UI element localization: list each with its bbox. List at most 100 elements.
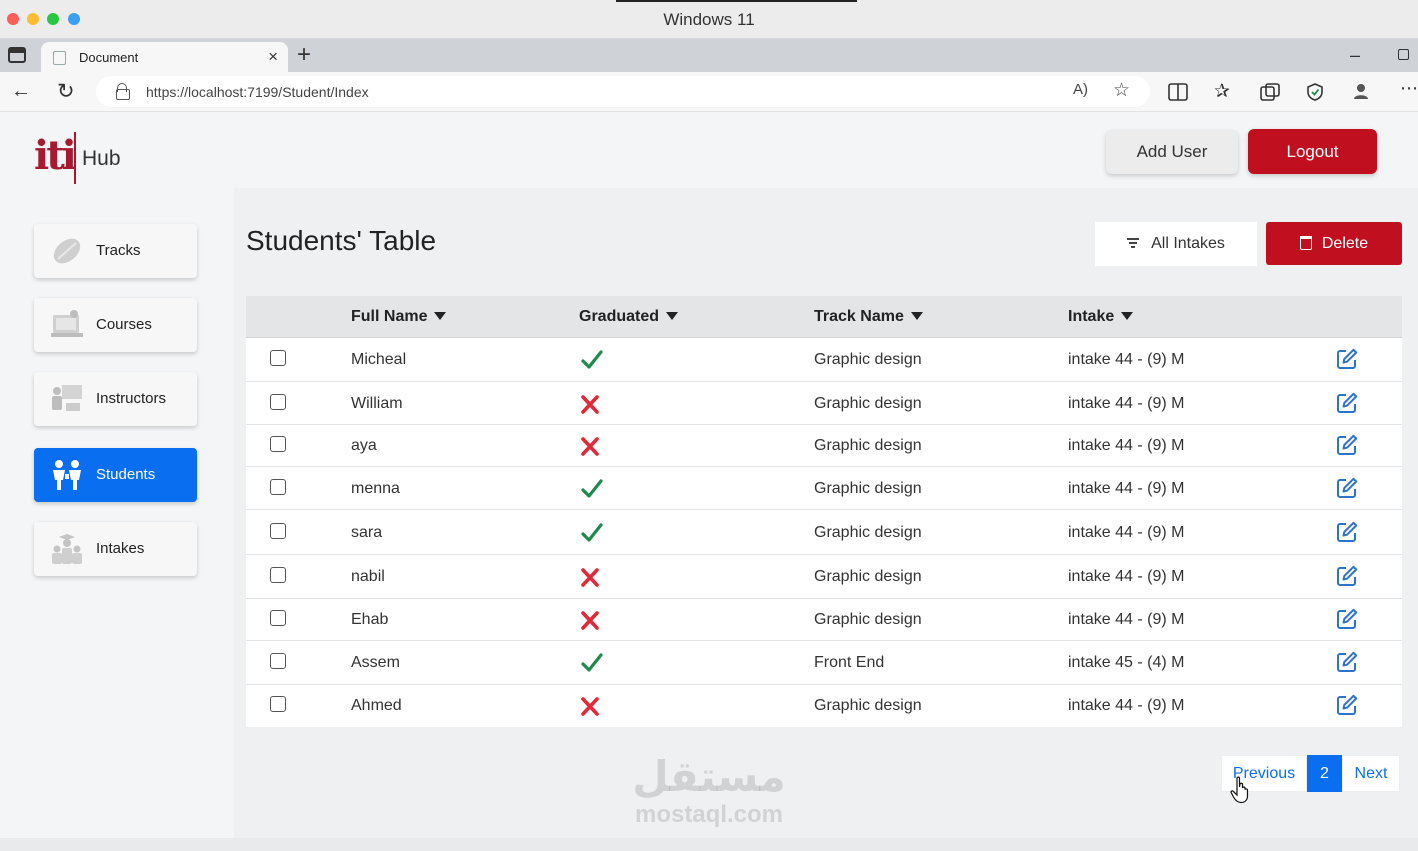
row-checkbox[interactable] xyxy=(270,696,286,712)
sidebar-item-tracks[interactable]: Tracks xyxy=(34,224,197,278)
delete-button[interactable]: Delete xyxy=(1266,222,1402,265)
intake-name: intake 44 - (9) M xyxy=(1068,697,1185,714)
graduated-check-icon xyxy=(581,350,603,369)
student-name: William xyxy=(351,395,403,412)
not-graduated-cross-icon xyxy=(581,611,599,630)
split-screen-icon[interactable] xyxy=(1168,83,1188,101)
track-name: Graphic design xyxy=(814,568,922,585)
column-label: Graduated xyxy=(579,308,660,325)
row-checkbox[interactable] xyxy=(270,567,286,583)
row-checkbox[interactable] xyxy=(270,610,286,626)
page-number-button[interactable]: 2 xyxy=(1307,755,1342,792)
track-name: Graphic design xyxy=(814,524,922,541)
edit-icon[interactable] xyxy=(1336,694,1358,716)
table-row[interactable]: aya Graphic design intake 44 - (9) M xyxy=(246,425,1402,467)
sidebar-item-label: Instructors xyxy=(96,390,167,407)
table-row[interactable]: nabil Graphic design intake 44 - (9) M xyxy=(246,555,1402,599)
add-user-button[interactable]: Add User xyxy=(1106,130,1238,174)
profile-icon[interactable] xyxy=(1352,82,1370,100)
graduated-check-icon xyxy=(581,479,603,498)
browser-essentials-icon[interactable] xyxy=(1305,82,1325,102)
sidebar-item-intakes[interactable]: Intakes xyxy=(34,522,197,576)
camera-notch xyxy=(616,0,857,2)
row-checkbox[interactable] xyxy=(270,350,286,366)
edit-icon[interactable] xyxy=(1336,392,1358,414)
url-text[interactable]: https://localhost:7199/Student/Index xyxy=(146,84,369,100)
student-name: menna xyxy=(351,480,400,497)
lock-icon xyxy=(116,83,130,100)
graduated-check-icon xyxy=(581,523,603,542)
sort-caret-icon xyxy=(1121,312,1134,320)
browser-toolbar: ← ↻ https://localhost:7199/Student/Index… xyxy=(0,72,1418,112)
column-label: Full Name xyxy=(351,308,428,325)
iti-logo-mark: iti xyxy=(34,132,77,179)
sidebar-item-students[interactable]: Students xyxy=(34,448,197,502)
graduated-check-icon xyxy=(581,653,603,672)
intakes-icon xyxy=(52,534,82,564)
table-header: Full Name Graduated Track Name Intake xyxy=(246,296,1402,338)
intake-name: intake 44 - (9) M xyxy=(1068,395,1185,412)
reload-icon[interactable]: ↻ xyxy=(57,79,75,104)
row-checkbox[interactable] xyxy=(270,479,286,495)
logout-button[interactable]: Logout xyxy=(1248,129,1377,174)
sidebar: Tracks Courses Instructors Students Inta… xyxy=(0,188,232,838)
not-graduated-cross-icon xyxy=(581,568,599,587)
table-row[interactable]: Ahmed Graphic design intake 44 - (9) M xyxy=(246,685,1402,727)
table-row[interactable]: Assem Front End intake 45 - (4) M xyxy=(246,641,1402,685)
edit-icon[interactable] xyxy=(1336,565,1358,587)
sidebar-item-courses[interactable]: Courses xyxy=(34,298,197,352)
table-row[interactable]: sara Graphic design intake 44 - (9) M xyxy=(246,510,1402,555)
back-arrow-icon[interactable]: ← xyxy=(11,80,31,103)
edit-icon[interactable] xyxy=(1336,477,1358,499)
row-checkbox[interactable] xyxy=(270,523,286,539)
row-checkbox[interactable] xyxy=(270,436,286,452)
track-name: Graphic design xyxy=(814,351,922,368)
address-bar[interactable]: https://localhost:7199/Student/Index A) … xyxy=(96,76,1150,107)
column-header-intake[interactable]: Intake xyxy=(1068,308,1134,326)
column-header-graduated[interactable]: Graduated xyxy=(579,308,679,326)
sort-caret-icon xyxy=(910,312,923,320)
table-row[interactable]: Micheal Graphic design intake 44 - (9) M xyxy=(246,338,1402,382)
table-row[interactable]: Ehab Graphic design intake 44 - (9) M xyxy=(246,599,1402,641)
more-options-icon[interactable]: ⋯ xyxy=(1400,78,1418,99)
watermark: مستقل mostaql.com xyxy=(600,752,818,828)
app-logo[interactable]: iti Hub xyxy=(34,132,134,184)
column-header-track-name[interactable]: Track Name xyxy=(814,308,923,326)
logo-divider xyxy=(74,132,76,184)
row-checkbox[interactable] xyxy=(270,653,286,669)
close-tab-icon[interactable]: × xyxy=(268,47,278,67)
restore-icon[interactable] xyxy=(1398,49,1409,60)
table-row[interactable]: menna Graphic design intake 44 - (9) M xyxy=(246,467,1402,510)
track-name: Graphic design xyxy=(814,697,922,714)
edit-icon[interactable] xyxy=(1336,434,1358,456)
row-checkbox[interactable] xyxy=(270,394,286,410)
tracks-icon xyxy=(53,238,81,264)
track-name: Graphic design xyxy=(814,611,922,628)
sidebar-item-instructors[interactable]: Instructors xyxy=(34,372,197,426)
tab-actions-icon[interactable] xyxy=(8,47,26,63)
edit-icon[interactable] xyxy=(1336,651,1358,673)
student-name: Micheal xyxy=(351,351,407,368)
new-tab-icon[interactable]: + xyxy=(297,41,311,69)
courses-icon xyxy=(51,310,83,337)
window-title: Windows 11 xyxy=(663,10,755,29)
edit-icon[interactable] xyxy=(1336,521,1358,543)
brand-name: Hub xyxy=(82,147,121,170)
trash-icon xyxy=(1299,235,1312,250)
favorite-star-icon[interactable]: ☆ xyxy=(1113,79,1130,102)
next-page-button[interactable]: Next xyxy=(1342,755,1400,792)
favorites-icon[interactable]: ✰ xyxy=(1214,80,1230,103)
column-header-full-name[interactable]: Full Name xyxy=(351,308,447,326)
browser-tab-document[interactable]: Document × xyxy=(41,42,288,72)
edit-icon[interactable] xyxy=(1336,348,1358,370)
table-row[interactable]: William Graphic design intake 44 - (9) M xyxy=(246,382,1402,425)
edit-icon[interactable] xyxy=(1336,608,1358,630)
read-aloud-icon[interactable]: A) xyxy=(1073,81,1088,98)
sidebar-item-label: Tracks xyxy=(96,242,141,259)
collections-icon[interactable] xyxy=(1260,83,1280,101)
minimize-icon[interactable]: – xyxy=(1350,45,1360,66)
intake-filter-button[interactable]: All Intakes xyxy=(1095,222,1257,266)
not-graduated-cross-icon xyxy=(581,437,599,456)
intake-filter-label: All Intakes xyxy=(1151,235,1225,252)
intake-name: intake 45 - (4) M xyxy=(1068,654,1185,671)
